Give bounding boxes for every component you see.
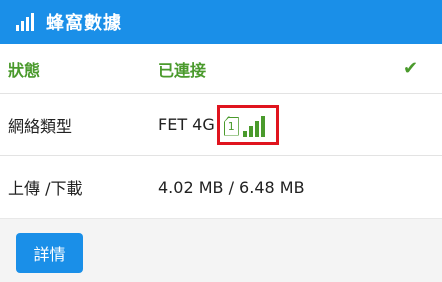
signal-bar <box>242 130 247 137</box>
status-row: 狀態 已連接 ✔ <box>0 44 442 94</box>
signal-bars-icon <box>16 13 34 31</box>
signal-bar <box>260 115 265 137</box>
cellular-data-card: 蜂窩數據 狀態 已連接 ✔ 網絡類型 FET 4G 1 上傳 /下載 4.02 … <box>0 0 442 282</box>
card-header: 蜂窩數據 <box>0 0 442 44</box>
sim-slot-number: 1 <box>227 119 235 133</box>
network-type-row: 網絡類型 FET 4G 1 <box>0 94 442 156</box>
signal-strength-icon <box>242 115 265 137</box>
card-footer: 詳情 <box>0 218 442 282</box>
network-type-value-group: FET 4G 1 <box>158 104 279 145</box>
signal-bar <box>248 125 253 137</box>
network-type-value: FET 4G <box>158 115 215 134</box>
sim-card-icon: 1 <box>223 116 239 136</box>
traffic-row: 上傳 /下載 4.02 MB / 6.48 MB <box>0 156 442 218</box>
details-button[interactable]: 詳情 <box>16 233 83 273</box>
status-label: 狀態 <box>8 60 41 80</box>
traffic-label: 上傳 /下載 <box>8 179 83 198</box>
signal-highlight-box: 1 <box>216 104 279 145</box>
card-title: 蜂窩數據 <box>46 13 122 34</box>
status-value: 已連接 <box>158 60 207 80</box>
signal-bar <box>254 120 259 137</box>
network-type-label: 網絡類型 <box>8 116 73 136</box>
traffic-value: 4.02 MB / 6.48 MB <box>158 177 305 197</box>
check-icon: ✔ <box>403 58 419 79</box>
